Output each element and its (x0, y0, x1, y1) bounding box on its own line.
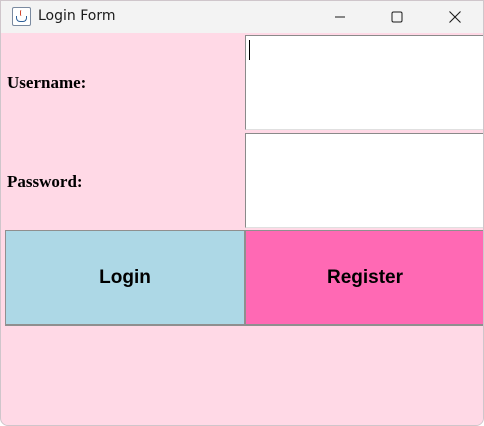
username-label: Username: (7, 73, 87, 92)
text-caret (249, 40, 250, 60)
login-window: Login Form Username: Password: Login Reg… (0, 0, 484, 426)
register-button-label: Register (326, 266, 404, 288)
window-title: Login Form (38, 8, 116, 24)
username-field[interactable] (245, 35, 483, 130)
login-button-label: Login (99, 266, 151, 288)
close-button[interactable] (432, 1, 478, 33)
register-button[interactable]: Register (245, 230, 483, 325)
java-cup-icon (12, 7, 31, 26)
password-label: Password: (7, 172, 83, 191)
status-panel (5, 325, 483, 425)
title-bar[interactable]: Login Form (1, 1, 483, 33)
minimize-button[interactable] (317, 1, 363, 33)
maximize-button[interactable] (374, 1, 420, 33)
close-icon (449, 11, 461, 23)
minimize-icon (335, 16, 345, 18)
login-button[interactable]: Login (5, 230, 245, 325)
maximize-icon (391, 11, 403, 23)
password-field[interactable] (245, 133, 483, 228)
